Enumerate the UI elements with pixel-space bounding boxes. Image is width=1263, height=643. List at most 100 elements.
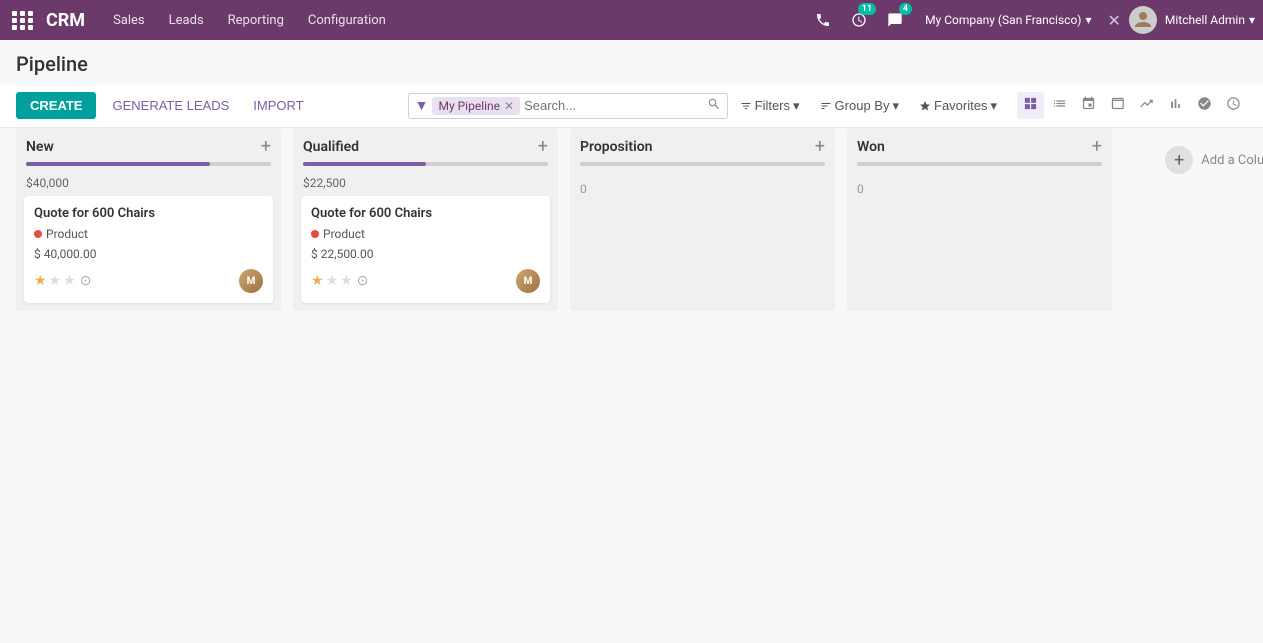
activity-icon[interactable]: ⊙ — [357, 273, 369, 289]
card-tag: Product — [34, 227, 263, 241]
star-rating[interactable]: ★ ★ ★ — [34, 273, 76, 289]
kanban-view-btn[interactable] — [1017, 92, 1044, 119]
company-selector[interactable]: My Company (San Francisco) ▾ — [917, 13, 1099, 27]
tag-label: Product — [46, 227, 88, 241]
list-view-btn[interactable] — [1046, 92, 1073, 119]
progress-bar-proposition — [580, 162, 825, 166]
star-2[interactable]: ★ — [326, 273, 339, 289]
kanban-column-new: New + $40,000 Quote for 600 Chairs Produ… — [16, 128, 281, 311]
column-header-qualified: Qualified + — [293, 128, 558, 162]
main-content: Pipeline CREATE GENERATE LEADS IMPORT ▼ … — [0, 40, 1263, 327]
column-add-new[interactable]: + — [261, 138, 271, 156]
star-1[interactable]: ★ — [34, 273, 47, 289]
tag-dot — [34, 230, 42, 238]
column-title-qualified: Qualified — [303, 139, 532, 155]
card-actions: ★ ★ ★ ⊙ — [34, 273, 91, 289]
progress-bar-won — [857, 162, 1102, 166]
search-icon[interactable] — [707, 97, 721, 115]
table-view-btn[interactable] — [1104, 92, 1131, 119]
column-title-won: Won — [857, 139, 1086, 155]
add-column-area: + Add a Column — [1124, 128, 1263, 311]
filters-button[interactable]: Filters ▾ — [732, 94, 808, 118]
kanban-card[interactable]: Quote for 600 Chairs Product $ 22,500.00… — [301, 196, 550, 303]
activity-icon[interactable]: ⊙ — [80, 273, 92, 289]
app-title: CRM — [46, 10, 85, 31]
remove-tag-btn[interactable]: ✕ — [504, 99, 514, 113]
favorites-button[interactable]: Favorites ▾ — [911, 94, 1005, 118]
column-count-won: 0 — [847, 174, 1112, 204]
column-amount-new: $40,000 — [16, 174, 281, 196]
search-input[interactable] — [524, 98, 703, 113]
progress-fill-new — [26, 162, 210, 166]
card-tag: Product — [311, 227, 540, 241]
column-amount-qualified: $22,500 — [293, 174, 558, 196]
progress-fill-qualified — [303, 162, 426, 166]
column-title-new: New — [26, 139, 255, 155]
graph-view-btn[interactable] — [1162, 92, 1189, 119]
card-title: Quote for 600 Chairs — [34, 206, 263, 221]
filter-icon: ▼ — [415, 97, 429, 114]
pivot-view-btn[interactable] — [1133, 92, 1160, 119]
user-menu[interactable]: Mitchell Admin ▾ — [1165, 13, 1255, 27]
nav-right: 11 4 My Company (San Francisco) ▾ ✕ Mitc… — [809, 6, 1255, 34]
search-bar: ▼ My Pipeline ✕ — [408, 93, 728, 119]
nav-reporting[interactable]: Reporting — [216, 0, 296, 40]
tag-label: Product — [323, 227, 365, 241]
toolbar: CREATE GENERATE LEADS IMPORT ▼ My Pipeli… — [0, 84, 1263, 128]
nav-links: Sales Leads Reporting Configuration — [101, 0, 398, 40]
column-add-won[interactable]: + — [1092, 138, 1102, 156]
create-button[interactable]: CREATE — [16, 92, 96, 119]
card-avatar: M — [239, 269, 263, 293]
column-header-new: New + — [16, 128, 281, 162]
card-amount: $ 22,500.00 — [311, 247, 540, 261]
toolbar-actions: CREATE GENERATE LEADS IMPORT — [16, 92, 312, 119]
clock-badge: 11 — [858, 3, 876, 15]
phone-icon[interactable] — [809, 6, 837, 34]
card-avatar: M — [516, 269, 540, 293]
add-column-btn[interactable]: + Add a Column — [1157, 138, 1263, 182]
page-title: Pipeline — [0, 40, 1263, 84]
clock-icon[interactable]: 11 — [845, 6, 873, 34]
column-title-proposition: Proposition — [580, 139, 809, 155]
star-3[interactable]: ★ — [340, 273, 353, 289]
column-header-won: Won + — [847, 128, 1112, 162]
card-footer: ★ ★ ★ ⊙ M — [34, 269, 263, 293]
column-count-proposition: 0 — [570, 174, 835, 204]
search-tag[interactable]: My Pipeline ✕ — [432, 97, 520, 115]
group-by-button[interactable]: Group By ▾ — [812, 94, 907, 118]
nav-configuration[interactable]: Configuration — [296, 0, 398, 40]
clock-view-btn[interactable] — [1220, 92, 1247, 119]
star-rating[interactable]: ★ ★ ★ — [311, 273, 353, 289]
kanban-card[interactable]: Quote for 600 Chairs Product $ 40,000.00… — [24, 196, 273, 303]
nav-sales[interactable]: Sales — [101, 0, 157, 40]
kanban-column-qualified: Qualified + $22,500 Quote for 600 Chairs… — [293, 128, 558, 311]
avatar — [1129, 6, 1157, 34]
generate-leads-button[interactable]: GENERATE LEADS — [104, 92, 237, 119]
add-column-label: Add a Column — [1201, 153, 1263, 168]
card-actions: ★ ★ ★ ⊙ — [311, 273, 368, 289]
kanban-column-proposition: Proposition + 0 — [570, 128, 835, 311]
column-add-qualified[interactable]: + — [538, 138, 548, 156]
star-1[interactable]: ★ — [311, 273, 324, 289]
toolbar-right: ▼ My Pipeline ✕ Filters ▾ Group By ▾ — [408, 92, 1247, 119]
card-footer: ★ ★ ★ ⊙ M — [311, 269, 540, 293]
card-title: Quote for 600 Chairs — [311, 206, 540, 221]
apps-icon[interactable] — [8, 5, 38, 35]
column-add-proposition[interactable]: + — [815, 138, 825, 156]
chat-icon[interactable]: 4 — [881, 6, 909, 34]
calendar-view-btn[interactable] — [1075, 92, 1102, 119]
chat-badge: 4 — [899, 3, 912, 15]
card-amount: $ 40,000.00 — [34, 247, 263, 261]
nav-leads[interactable]: Leads — [157, 0, 216, 40]
close-company-btn[interactable]: ✕ — [1108, 11, 1121, 30]
kanban-column-won: Won + 0 — [847, 128, 1112, 311]
star-3[interactable]: ★ — [63, 273, 76, 289]
tag-dot — [311, 230, 319, 238]
progress-bar-new — [26, 162, 271, 166]
activity-view-btn[interactable] — [1191, 92, 1218, 119]
top-navigation: CRM Sales Leads Reporting Configuration … — [0, 0, 1263, 40]
star-2[interactable]: ★ — [49, 273, 62, 289]
kanban-board: New + $40,000 Quote for 600 Chairs Produ… — [0, 128, 1263, 327]
column-header-proposition: Proposition + — [570, 128, 835, 162]
import-button[interactable]: IMPORT — [245, 92, 311, 119]
